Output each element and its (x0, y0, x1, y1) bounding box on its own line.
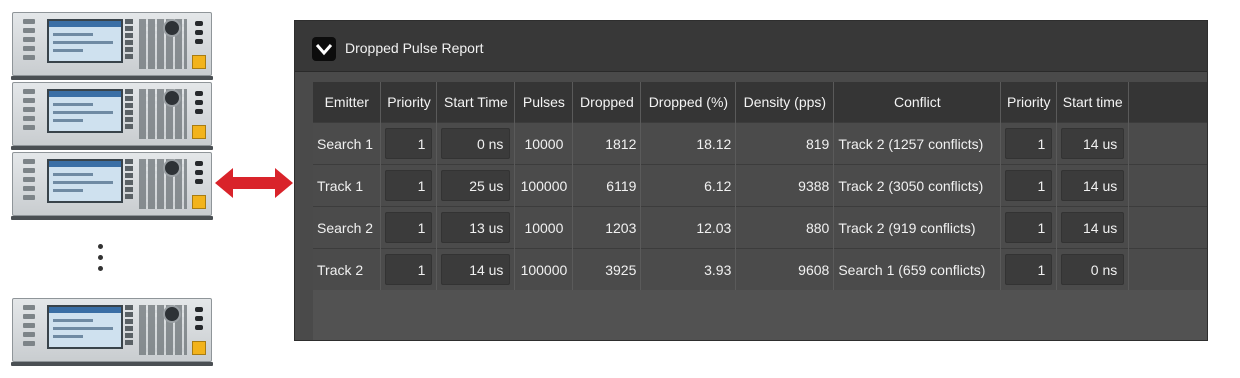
col-header-start-time[interactable]: Start Time (436, 82, 516, 123)
conflict-start-time-field[interactable]: 0 ns (1061, 254, 1125, 285)
ellipsis-dots-icon (98, 244, 104, 277)
conflict-start-time-field[interactable]: 14 us (1061, 128, 1125, 159)
dropped-cell: 3925 (572, 248, 642, 290)
dropped-pct-cell: 3.93 (640, 248, 737, 290)
emitter-cell: Search 1 (313, 122, 382, 165)
start-time-field[interactable]: 25 us (441, 170, 511, 201)
conflict-start-time-field[interactable]: 14 us (1061, 212, 1125, 243)
conflict-priority-field[interactable]: 1 (1005, 212, 1053, 243)
priority-field[interactable]: 1 (385, 170, 433, 201)
signal-generator-3 (11, 152, 213, 220)
signal-generator-1 (11, 12, 213, 80)
priority-field[interactable]: 1 (385, 128, 433, 159)
col-header-emitter[interactable]: Emitter (313, 82, 382, 123)
emitter-cell: Search 2 (313, 206, 382, 249)
row-filler (1128, 206, 1207, 249)
collapse-button[interactable] (312, 37, 336, 61)
col-header-conflict-priority[interactable]: Priority (1000, 82, 1058, 123)
dropped-cell: 1203 (572, 206, 642, 249)
table-row[interactable]: Track 1 1 25 us 100000 6119 6.12 9388 Tr… (313, 164, 1207, 207)
conflict-cell: Track 2 (3050 conflicts) (833, 164, 1002, 207)
conflict-cell: Track 2 (919 conflicts) (833, 206, 1002, 249)
col-header-density[interactable]: Density (pps) (735, 82, 835, 123)
col-header-pulses[interactable]: Pulses (514, 82, 574, 123)
panel-header: Dropped Pulse Report (295, 21, 1207, 72)
start-time-field[interactable]: 13 us (441, 212, 511, 243)
emitter-cell: Track 2 (313, 248, 382, 290)
pulses-cell: 10000 (514, 122, 574, 165)
dropped-cell: 1812 (572, 122, 642, 165)
pulses-cell: 100000 (514, 248, 574, 290)
dropped-pct-cell: 18.12 (640, 122, 737, 165)
table-row[interactable]: Search 2 1 13 us 10000 1203 12.03 880 Tr… (313, 206, 1207, 249)
report-table-area: Emitter Priority Start Time Pulses Dropp… (313, 82, 1207, 340)
col-header-conflict-start-time[interactable]: Start time (1056, 82, 1130, 123)
signal-generator-2 (11, 82, 213, 150)
row-filler (1128, 122, 1207, 165)
pulses-cell: 100000 (514, 164, 574, 207)
chevron-down-icon (315, 44, 333, 56)
table-row[interactable]: Track 2 1 14 us 100000 3925 3.93 9608 Se… (313, 248, 1207, 290)
pulses-cell: 10000 (514, 206, 574, 249)
emitter-cell: Track 1 (313, 164, 382, 207)
dropped-pct-cell: 12.03 (640, 206, 737, 249)
header-filler (1128, 82, 1207, 123)
start-time-field[interactable]: 14 us (441, 254, 511, 285)
double-arrow-icon (215, 168, 293, 198)
row-filler (1128, 248, 1207, 290)
col-header-priority[interactable]: Priority (380, 82, 438, 123)
density-cell: 880 (735, 206, 835, 249)
signal-generator-4 (11, 298, 213, 366)
conflict-cell: Search 1 (659 conflicts) (833, 248, 1002, 290)
dropped-cell: 6119 (572, 164, 642, 207)
density-cell: 819 (735, 122, 835, 165)
dropped-pulse-report-panel: Dropped Pulse Report Emitter Priority St… (294, 20, 1208, 341)
priority-field[interactable]: 1 (385, 254, 433, 285)
table-header-row: Emitter Priority Start Time Pulses Dropp… (313, 82, 1207, 123)
conflict-priority-field[interactable]: 1 (1005, 128, 1053, 159)
col-header-dropped-pct[interactable]: Dropped (%) (640, 82, 737, 123)
priority-field[interactable]: 1 (385, 212, 433, 243)
col-header-conflict[interactable]: Conflict (833, 82, 1002, 123)
conflict-cell: Track 2 (1257 conflicts) (833, 122, 1002, 165)
density-cell: 9388 (735, 164, 835, 207)
conflict-priority-field[interactable]: 1 (1005, 170, 1053, 201)
table-row[interactable]: Search 1 1 0 ns 10000 1812 18.12 819 Tra… (313, 122, 1207, 165)
row-filler (1128, 164, 1207, 207)
report-table: Emitter Priority Start Time Pulses Dropp… (313, 82, 1207, 290)
panel-title: Dropped Pulse Report (345, 40, 484, 56)
dropped-pct-cell: 6.12 (640, 164, 737, 207)
start-time-field[interactable]: 0 ns (441, 128, 511, 159)
col-header-dropped[interactable]: Dropped (572, 82, 642, 123)
conflict-priority-field[interactable]: 1 (1005, 254, 1053, 285)
conflict-start-time-field[interactable]: 14 us (1061, 170, 1125, 201)
density-cell: 9608 (735, 248, 835, 290)
